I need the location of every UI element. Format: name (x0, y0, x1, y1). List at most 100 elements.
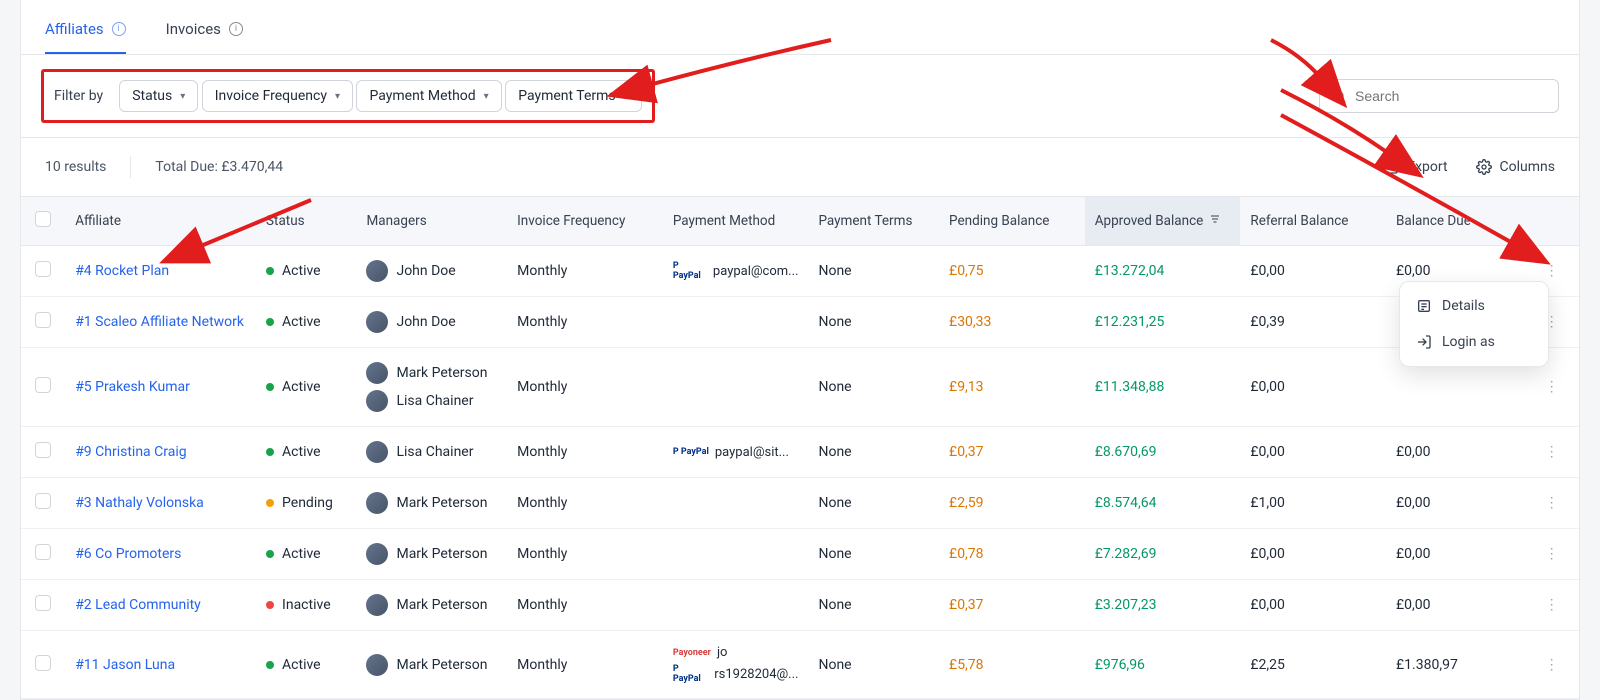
approved-balance: £11.348,88 (1095, 379, 1165, 395)
select-all-checkbox[interactable] (35, 211, 51, 227)
filter-invoice-frequency[interactable]: Invoice Frequency▾ (202, 80, 353, 112)
pending-balance: £0,78 (949, 546, 984, 562)
table-row: #11 Jason LunaActiveMark PetersonMonthly… (21, 631, 1579, 699)
col-balance-due[interactable]: Balance Due (1386, 197, 1527, 246)
affiliate-link[interactable]: #3 Nathaly Volonska (75, 495, 204, 511)
table-row: #4 Rocket PlanActiveJohn DoeMonthlyP Pay… (21, 246, 1579, 297)
sort-desc-icon (1209, 213, 1221, 229)
affiliate-link[interactable]: #11 Jason Luna (75, 657, 175, 673)
tab-affiliates[interactable]: Affiliatesi (45, 0, 126, 54)
manager-chip: Mark Peterson (366, 362, 497, 384)
col-referral-balance[interactable]: Referral Balance (1240, 197, 1386, 246)
table-row: #9 Christina CraigActiveLisa ChainerMont… (21, 427, 1579, 478)
payment-method: P PayPalpaypal@com... (673, 261, 799, 281)
col-managers[interactable]: Managers (356, 197, 507, 246)
approved-balance: £8.574,64 (1095, 495, 1157, 511)
row-checkbox[interactable] (35, 655, 51, 671)
search-icon (1332, 89, 1347, 104)
col-status[interactable]: Status (256, 197, 356, 246)
col-pending-balance[interactable]: Pending Balance (939, 197, 1085, 246)
avatar (366, 594, 388, 616)
row-checkbox[interactable] (35, 312, 51, 328)
chevron-down-icon: ▾ (484, 91, 489, 102)
row-actions-button[interactable]: ⋮ (1537, 546, 1567, 562)
columns-button[interactable]: Columns (1476, 159, 1555, 175)
filter-group: Filter by Status▾ Invoice Frequency▾ Pay… (41, 69, 655, 123)
row-actions-menu: Details Login as (1399, 281, 1549, 367)
avatar (366, 492, 388, 514)
filter-payment-method[interactable]: Payment Method▾ (356, 80, 501, 112)
row-checkbox[interactable] (35, 377, 51, 393)
row-checkbox[interactable] (35, 595, 51, 611)
status-dot-icon (266, 267, 274, 275)
status-dot-icon (266, 601, 274, 609)
row-actions-button[interactable]: ⋮ (1537, 263, 1567, 279)
col-payment-terms[interactable]: Payment Terms (808, 197, 939, 246)
total-due: Total Due: £3.470,44 (155, 159, 283, 175)
avatar (366, 654, 388, 676)
row-actions-button[interactable]: ⋮ (1537, 657, 1567, 673)
affiliate-link[interactable]: #6 Co Promoters (75, 546, 181, 562)
table-row: #1 Scaleo Affiliate NetworkActiveJohn Do… (21, 297, 1579, 348)
col-invoice-frequency[interactable]: Invoice Frequency (507, 197, 663, 246)
info-icon: i (112, 22, 126, 36)
row-actions-button[interactable]: ⋮ (1537, 597, 1567, 613)
chevron-down-icon: ▾ (335, 91, 340, 102)
gear-icon (1476, 159, 1492, 175)
manager-chip: Lisa Chainer (366, 390, 497, 412)
chevron-down-icon: ▾ (180, 91, 185, 102)
affiliate-link[interactable]: #4 Rocket Plan (75, 263, 169, 279)
payment-method: P PayPalpaypal@sit... (673, 445, 799, 460)
filter-status[interactable]: Status▾ (119, 80, 198, 112)
row-checkbox[interactable] (35, 261, 51, 277)
row-checkbox[interactable] (35, 544, 51, 560)
row-actions-button[interactable]: ⋮ (1537, 379, 1567, 395)
affiliate-link[interactable]: #1 Scaleo Affiliate Network (75, 314, 244, 330)
pending-balance: £0,37 (949, 444, 984, 460)
row-menu-login-as[interactable]: Login as (1400, 324, 1548, 360)
affiliates-table: AffiliateStatusManagersInvoice Frequency… (21, 196, 1579, 699)
status-badge: Active (266, 444, 321, 460)
export-button[interactable]: Export (1383, 159, 1447, 175)
row-actions-button[interactable]: ⋮ (1537, 495, 1567, 511)
avatar (366, 390, 388, 412)
payment-method: P PayPalrs1928204@... (673, 664, 799, 684)
row-menu-details[interactable]: Details (1400, 288, 1548, 324)
affiliate-link[interactable]: #9 Christina Craig (75, 444, 186, 460)
status-dot-icon (266, 550, 274, 558)
status-badge: Pending (266, 495, 333, 511)
pending-balance: £5,78 (949, 657, 984, 673)
tab-invoices[interactable]: Invoicesi (166, 0, 243, 54)
chevron-down-icon: ▾ (624, 91, 629, 102)
search-input[interactable] (1355, 88, 1546, 104)
approved-balance: £976,96 (1095, 657, 1145, 673)
pending-balance: £2,59 (949, 495, 984, 511)
col-approved-balance[interactable]: Approved Balance (1085, 197, 1241, 246)
affiliate-link[interactable]: #5 Prakesh Kumar (75, 379, 190, 395)
download-icon (1383, 159, 1399, 175)
manager-chip: Mark Peterson (366, 594, 497, 616)
manager-chip: Mark Peterson (366, 543, 497, 565)
manager-chip: Lisa Chainer (366, 441, 497, 463)
manager-chip: John Doe (366, 311, 497, 333)
approved-balance: £13.272,04 (1095, 263, 1165, 279)
payment-method: Payoneerjo (673, 645, 799, 660)
manager-chip: Mark Peterson (366, 654, 497, 676)
status-badge: Active (266, 546, 321, 562)
status-dot-icon (266, 383, 274, 391)
row-actions-button[interactable]: ⋮ (1537, 444, 1567, 460)
status-badge: Active (266, 657, 321, 673)
filter-payment-terms[interactable]: Payment Terms▾ (505, 80, 641, 112)
search-box[interactable] (1319, 79, 1559, 113)
avatar (366, 311, 388, 333)
status-badge: Active (266, 379, 321, 395)
row-checkbox[interactable] (35, 442, 51, 458)
table-row: #2 Lead CommunityInactiveMark PetersonMo… (21, 580, 1579, 631)
row-checkbox[interactable] (35, 493, 51, 509)
status-dot-icon (266, 661, 274, 669)
status-dot-icon (266, 318, 274, 326)
col-payment-method[interactable]: Payment Method (663, 197, 809, 246)
col-affiliate[interactable]: Affiliate (65, 197, 256, 246)
manager-chip: John Doe (366, 260, 497, 282)
affiliate-link[interactable]: #2 Lead Community (75, 597, 201, 613)
